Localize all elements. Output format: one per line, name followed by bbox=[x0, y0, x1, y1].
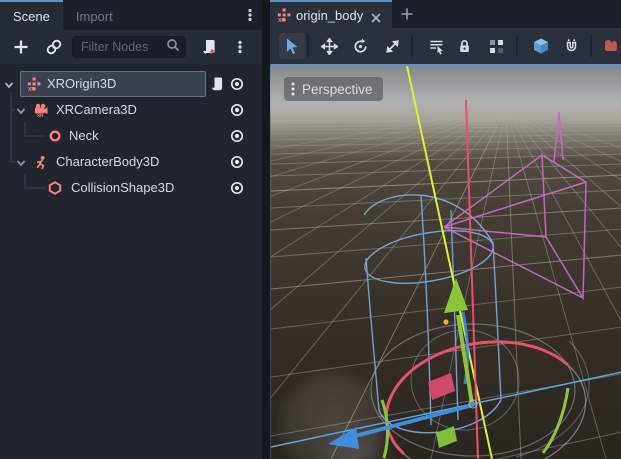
scene-tree-menu-icon[interactable] bbox=[228, 35, 252, 59]
xr-origin-3d-icon: XR bbox=[27, 77, 41, 91]
add-node-button[interactable] bbox=[9, 35, 33, 59]
node-label: CollisionShape3D bbox=[71, 180, 174, 195]
node-label: CharacterBody3D bbox=[56, 154, 159, 169]
close-icon[interactable] bbox=[371, 10, 381, 20]
xr-origin-3d-icon: XR bbox=[277, 8, 291, 22]
collision-shape-3d-icon bbox=[48, 181, 62, 195]
attach-script-button[interactable] bbox=[197, 35, 221, 59]
tab-origin-body[interactable]: XR origin_body bbox=[270, 0, 392, 28]
script-icon[interactable] bbox=[209, 76, 225, 92]
scale-tool-button[interactable] bbox=[379, 33, 405, 59]
tree-row[interactable]: XR XROrigin3D bbox=[0, 71, 262, 97]
chevron-down-icon[interactable] bbox=[15, 104, 27, 116]
tab-scene[interactable]: Scene bbox=[0, 0, 63, 30]
node-label: Neck bbox=[69, 128, 99, 143]
toolbar-separator bbox=[307, 35, 309, 57]
scene-tree: XR XROrigin3D bbox=[0, 64, 262, 459]
visibility-toggle[interactable] bbox=[229, 102, 245, 118]
new-scene-tab-button[interactable] bbox=[400, 7, 414, 21]
node-label: XRCamera3D bbox=[56, 102, 137, 117]
svg-text:XR: XR bbox=[278, 18, 285, 22]
scene-tabbar: XR origin_body bbox=[270, 0, 621, 28]
perspective-label: Perspective bbox=[302, 82, 373, 97]
scene-dock: Scene Import bbox=[0, 0, 262, 459]
node-label: XROrigin3D bbox=[47, 76, 116, 91]
viewport-toolbar bbox=[270, 28, 621, 64]
chevron-down-icon[interactable] bbox=[3, 78, 15, 90]
tree-row[interactable]: XR XRCamera3D bbox=[0, 97, 262, 123]
plane-handle-red[interactable] bbox=[428, 373, 455, 400]
dock-tabbar: Scene Import bbox=[0, 0, 262, 30]
instance-scene-link-button[interactable] bbox=[42, 35, 66, 59]
scene-toolbar bbox=[0, 30, 262, 64]
xr-camera-3d-icon: XR bbox=[34, 103, 48, 117]
viewport-panel: XR origin_body bbox=[270, 0, 621, 459]
select-tool-button[interactable] bbox=[279, 33, 305, 59]
tab-import[interactable]: Import bbox=[63, 0, 126, 30]
dock-menu-icon[interactable] bbox=[242, 7, 258, 23]
viewport-3d[interactable]: Perspective bbox=[270, 64, 621, 459]
tree-row[interactable]: Neck bbox=[0, 123, 262, 149]
shape-radius-handle[interactable] bbox=[443, 319, 448, 324]
search-icon bbox=[166, 38, 180, 57]
scene-tab-label: origin_body bbox=[296, 8, 363, 23]
plane-handle-green[interactable] bbox=[436, 426, 457, 448]
horizon-haze bbox=[271, 102, 621, 162]
list-select-button[interactable] bbox=[423, 33, 449, 59]
camera-preview-button[interactable] bbox=[597, 33, 621, 59]
rotate-tool-button[interactable] bbox=[347, 33, 373, 59]
tree-row[interactable]: CharacterBody3D bbox=[0, 149, 262, 175]
chevron-down-icon[interactable] bbox=[15, 156, 27, 168]
filter-nodes-input[interactable] bbox=[73, 40, 166, 54]
ring-icon bbox=[48, 129, 62, 143]
local-space-button[interactable] bbox=[528, 33, 554, 59]
move-tool-button[interactable] bbox=[316, 33, 342, 59]
character-body-3d-icon bbox=[34, 155, 48, 169]
viewport-canvas bbox=[271, 66, 621, 459]
svg-text:XR: XR bbox=[28, 87, 35, 91]
lock-button[interactable] bbox=[451, 33, 477, 59]
perspective-button[interactable]: Perspective bbox=[284, 77, 383, 101]
snap-button[interactable] bbox=[558, 33, 584, 59]
visibility-toggle[interactable] bbox=[229, 180, 245, 196]
toolbar-separator bbox=[590, 35, 592, 57]
visibility-toggle[interactable] bbox=[229, 154, 245, 170]
visibility-toggle[interactable] bbox=[229, 76, 245, 92]
toolbar-separator bbox=[411, 35, 413, 57]
toolbar-separator bbox=[516, 35, 518, 57]
svg-text:XR: XR bbox=[37, 113, 44, 117]
perspective-menu-dots-icon bbox=[290, 81, 296, 97]
godot-editor: Scene Import bbox=[0, 0, 621, 459]
group-button[interactable] bbox=[483, 33, 509, 59]
gizmo-center-dot[interactable] bbox=[471, 402, 476, 407]
filter-nodes-box bbox=[72, 36, 186, 58]
visibility-toggle[interactable] bbox=[229, 128, 245, 144]
tree-row[interactable]: CollisionShape3D bbox=[0, 175, 262, 201]
